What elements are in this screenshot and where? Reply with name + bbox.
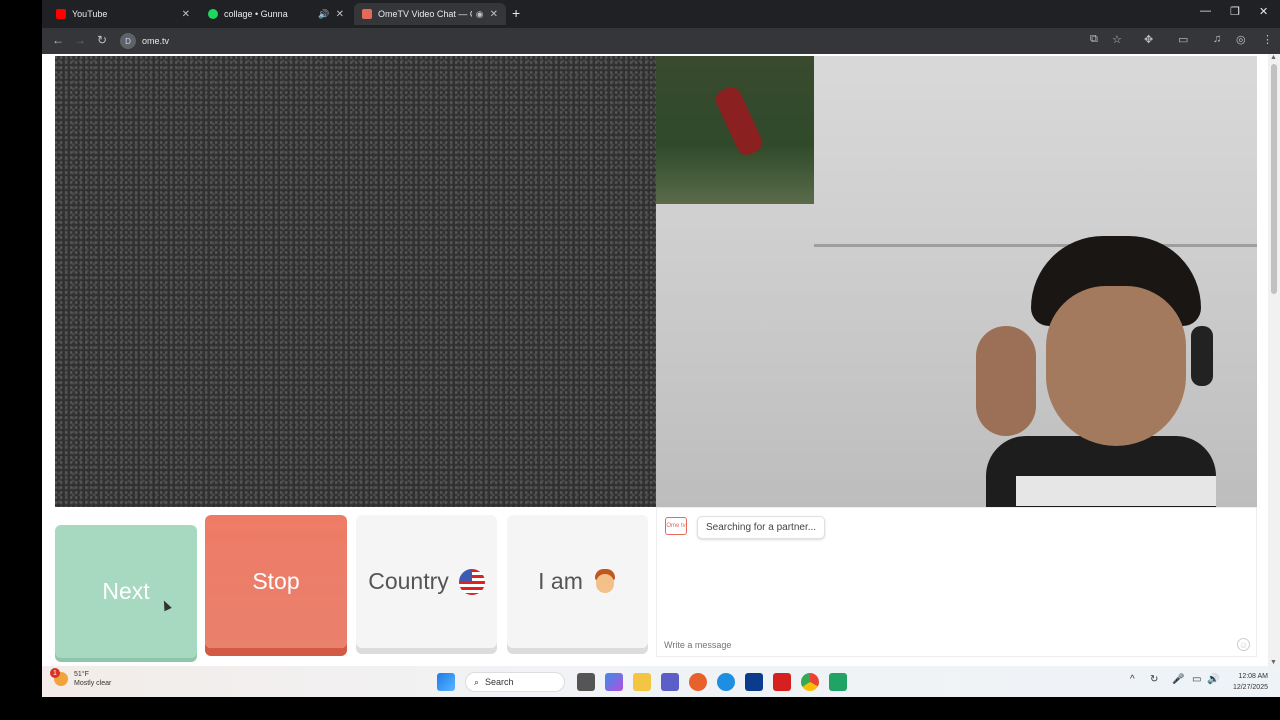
weather-text: 51°F Mostly clear [74,670,111,688]
tab-title: OmeTV Video Chat — Ome [378,9,472,19]
clock[interactable]: 12:08 AM 12/27/2025 [1233,671,1268,693]
reload-icon[interactable]: ↻ [97,33,107,47]
headphone [1191,326,1213,386]
side-panel-icon[interactable]: ▭ [1178,33,1188,46]
screen-bezel-bottom [0,697,1280,720]
person-hand [976,326,1036,436]
weather-icon: 1 [50,668,68,686]
recording-icon: ◉ [475,8,484,19]
search-label: Search [485,677,514,687]
sync-icon[interactable]: ↻ [1150,674,1158,685]
ometv-icon [362,9,372,19]
emoji-picker-icon[interactable]: ☺ [1237,638,1250,651]
taskbar: 1 51°F Mostly clear ⌕ Search ^ ↻ 🎤 ▭ 🔊 1… [42,666,1280,697]
scroll-up-icon[interactable]: ▲ [1270,54,1277,61]
us-flag-icon [458,568,485,595]
clock-time: 12:08 AM [1238,673,1268,680]
next-label: Next [102,578,150,604]
bookmark-star-icon[interactable]: ☆ [1112,33,1122,46]
status-message: Searching for a partner... [697,516,826,539]
weather-desc: Mostly clear [74,680,112,687]
maximize-icon[interactable]: ❐ [1230,5,1240,18]
scrollbar[interactable]: ▲ ▼ [1268,54,1280,666]
wall-poster [656,56,814,204]
scrollbar-thumb[interactable] [1271,64,1277,294]
notification-badge: 1 [50,668,60,678]
person [976,236,1216,507]
spotify-icon [208,9,218,19]
self-video [656,56,1257,507]
close-tab-icon[interactable]: ✕ [336,9,344,20]
chat-panel: Ome tv Searching for a partner... ☺ [656,507,1257,657]
task-view-icon[interactable] [577,673,595,691]
taskbar-apps: ⌕ Search [437,672,857,692]
extensions-icon[interactable]: ✥ [1144,33,1153,46]
partner-video [55,56,656,507]
pdf-app-icon[interactable] [773,673,791,691]
store-icon[interactable] [745,673,763,691]
country-button[interactable]: Country [356,515,497,648]
person-face [1046,286,1186,446]
site-info-icon[interactable]: D [120,33,136,49]
install-app-icon[interactable]: ⧉ [1090,33,1098,46]
poster-figure [712,83,766,159]
windows-start-icon[interactable] [437,673,455,691]
weather-temp: 51°F [74,671,89,678]
weather-widget[interactable]: 1 51°F Mostly clear [50,668,111,688]
firefox-icon[interactable] [689,673,707,691]
ometv-logo-icon: Ome tv [665,517,687,535]
menu-icon[interactable]: ⋮ [1262,33,1273,46]
mic-icon[interactable]: 🎤 [1172,674,1184,685]
scroll-down-icon[interactable]: ▼ [1270,659,1277,666]
shirt-stripe [1016,476,1216,506]
tab-title: YouTube [72,9,108,19]
copilot-icon[interactable] [605,673,623,691]
youtube-icon [56,9,66,19]
taskbar-search[interactable]: ⌕ Search [465,672,565,692]
next-button[interactable]: Next [55,525,197,658]
close-tab-icon[interactable]: ✕ [182,9,190,20]
app-icon[interactable] [829,673,847,691]
speaker-icon[interactable]: 🔊 [318,9,329,20]
browser-toolbar: ← → ↻ D ome.tv ⧉ ☆ ✥ ▭ ♫ ◎ ⋮ [42,28,1280,54]
search-icon: ⌕ [474,676,480,687]
new-tab-button[interactable]: + [512,5,520,21]
minimize-icon[interactable]: — [1200,5,1211,17]
media-controls-icon[interactable]: ♫ [1213,33,1221,45]
message-input[interactable] [657,634,1256,656]
stop-label: Stop [252,568,300,594]
tab-youtube[interactable]: YouTube ✕ [48,3,198,25]
boy-emoji-icon [593,568,617,595]
profile-icon[interactable]: ◎ [1236,33,1246,46]
tab-ometv[interactable]: OmeTV Video Chat — Ome ◉ ✕ [354,3,506,25]
tray-chevron-icon[interactable]: ^ [1130,674,1135,685]
stop-button[interactable]: Stop [205,515,347,648]
address-bar[interactable]: D ome.tv [120,31,1080,51]
chrome-icon[interactable] [801,673,819,691]
close-window-icon[interactable]: ✕ [1259,5,1268,18]
network-icon[interactable]: ▭ [1192,674,1201,685]
teams-icon[interactable] [661,673,679,691]
back-icon[interactable]: ← [52,33,64,47]
url-text: ome.tv [142,36,170,46]
tab-bar: YouTube ✕ collage • Gunna 🔊 ✕ OmeTV Vide… [0,0,1280,28]
edge-icon[interactable] [717,673,735,691]
country-label: Country [368,568,449,594]
iam-label: I am [538,568,583,594]
forward-icon[interactable]: → [74,33,86,47]
tab-title: collage • Gunna [224,9,288,19]
volume-icon[interactable]: 🔊 [1207,674,1219,685]
gender-button[interactable]: I am [507,515,648,648]
clock-date: 12/27/2025 [1232,684,1268,691]
tab-spotify[interactable]: collage • Gunna 🔊 ✕ [200,3,352,25]
file-explorer-icon[interactable] [633,673,651,691]
screen-bezel-left [0,0,42,720]
close-tab-icon[interactable]: ✕ [490,9,498,20]
